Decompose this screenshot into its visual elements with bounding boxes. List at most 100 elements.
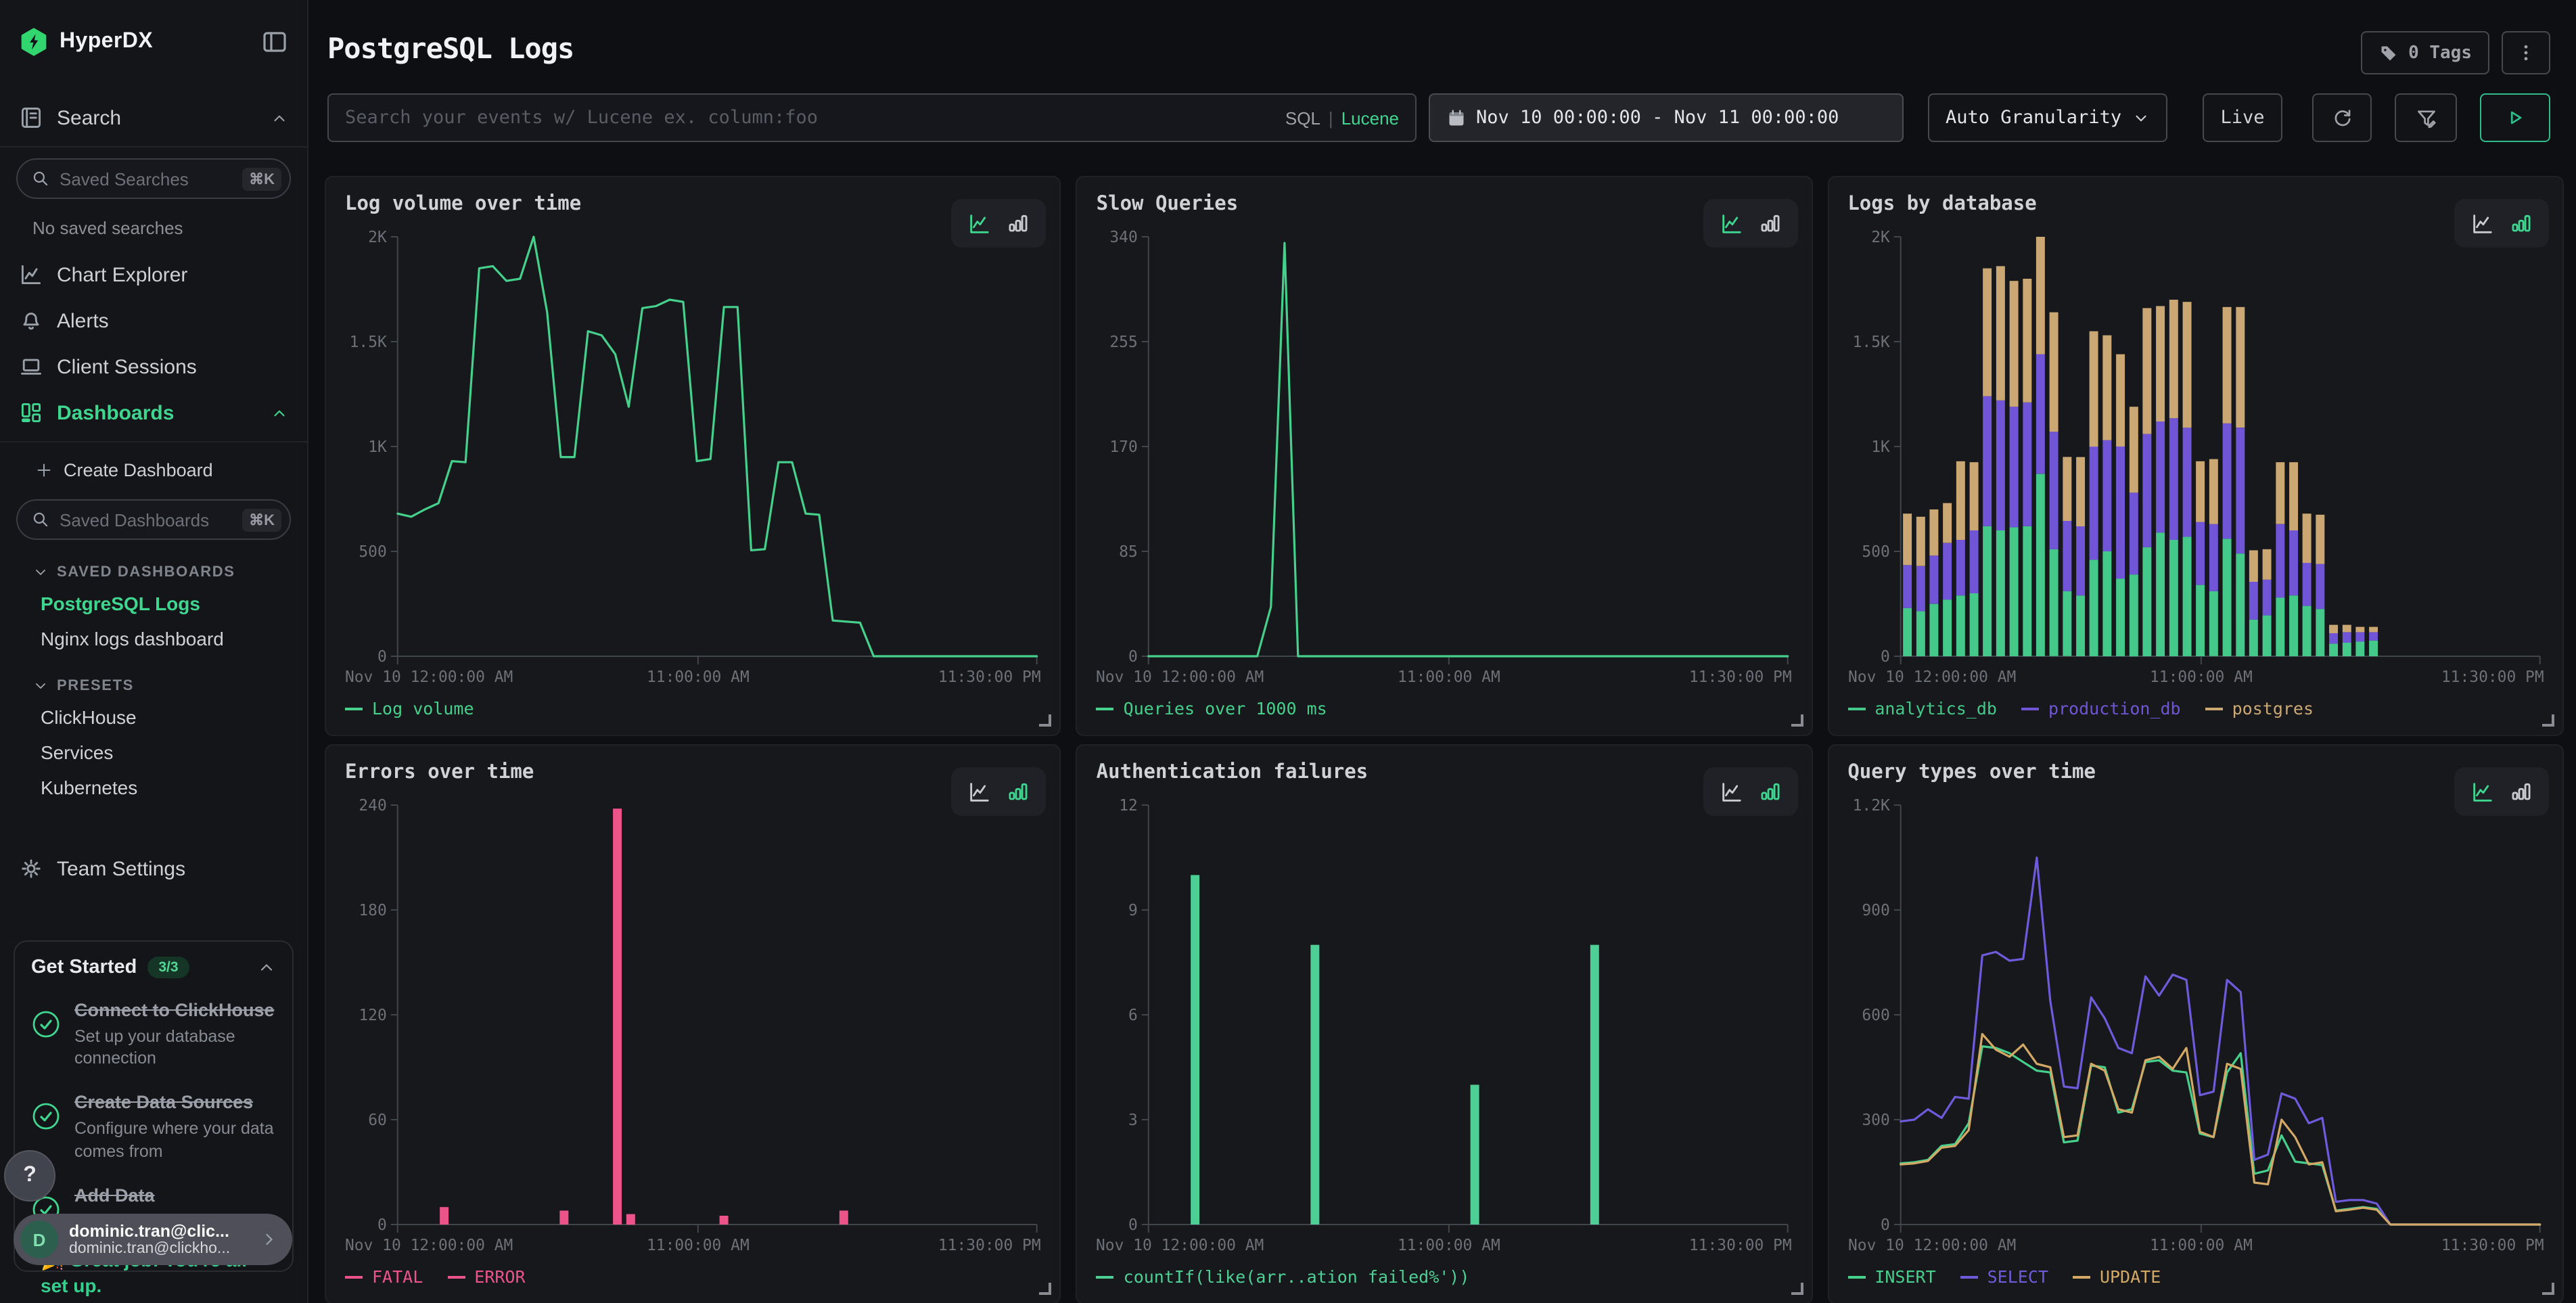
sidebar-collapse-icon[interactable] (261, 28, 288, 55)
svg-text:500: 500 (1862, 543, 1889, 561)
svg-text:Nov 10 12:00:00 AM: Nov 10 12:00:00 AM (345, 668, 513, 686)
resize-handle[interactable] (1791, 1283, 1803, 1295)
chevron-down-icon (2132, 109, 2150, 127)
svg-text:0: 0 (1129, 1216, 1138, 1234)
run-query-button[interactable] (2480, 93, 2550, 142)
tag-icon (2378, 43, 2399, 63)
granularity-select[interactable]: Auto Granularity (1928, 93, 2167, 142)
live-button[interactable]: Live (2203, 93, 2282, 142)
resize-handle[interactable] (1791, 714, 1803, 727)
lucene-mode-label[interactable]: Lucene (1341, 108, 1399, 128)
user-name: dominic.tran@clic... (69, 1222, 249, 1241)
svg-text:60: 60 (368, 1112, 387, 1129)
svg-text:3: 3 (1129, 1112, 1138, 1129)
svg-text:0: 0 (1129, 648, 1138, 666)
tags-button[interactable]: 0 Tags (2361, 31, 2489, 74)
chevron-up-icon (271, 404, 288, 421)
create-dashboard-button[interactable]: Create Dashboard (0, 448, 307, 488)
event-search-input[interactable] (345, 107, 1272, 129)
svg-text:Nov 10 12:00:00 AM: Nov 10 12:00:00 AM (1097, 1237, 1264, 1254)
panel-slow-queries: Slow Queries 085170255340Nov 10 12:00:00… (1076, 176, 1813, 736)
filter-button[interactable] (2395, 93, 2457, 142)
svg-text:600: 600 (1862, 1007, 1889, 1024)
svg-text:11:30:00 PM: 11:30:00 PM (938, 668, 1041, 686)
chart-legend: Queries over 1000 ms (1097, 698, 1327, 718)
resize-handle[interactable] (2542, 714, 2554, 727)
chevron-up-icon[interactable] (257, 958, 276, 977)
saved-searches-input[interactable] (60, 168, 233, 189)
svg-text:300: 300 (1862, 1112, 1889, 1129)
chart-title: Authentication failures (1097, 762, 1368, 783)
refresh-button[interactable] (2312, 93, 2372, 142)
panel-authentication-failures: Authentication failures 036912Nov 10 12:… (1076, 744, 1813, 1303)
sidebar-item-clickhouse[interactable]: ClickHouse (0, 700, 307, 735)
sidebar-item-chart-explorer[interactable]: Chart Explorer (0, 252, 307, 298)
sidebar-item-alerts[interactable]: Alerts (0, 298, 307, 344)
svg-text:1K: 1K (368, 438, 387, 456)
svg-text:2K: 2K (368, 229, 387, 246)
legend-item: UPDATE (2073, 1266, 2161, 1287)
date-range-button[interactable]: Nov 10 00:00:00 - Nov 11 00:00:00 (1429, 93, 1904, 142)
chart-title: Log volume over time (345, 193, 581, 215)
sidebar-item-team-settings[interactable]: Team Settings (0, 846, 307, 892)
step-title: Connect to ClickHouse (74, 999, 276, 1022)
svg-text:0: 0 (377, 648, 387, 666)
resize-handle[interactable] (1040, 1283, 1052, 1295)
granularity-label: Auto Granularity (1946, 107, 2121, 129)
svg-text:11:00:00 AM: 11:00:00 AM (647, 1237, 750, 1254)
controls-row: SQL|Lucene Nov 10 00:00:00 - Nov 11 00:0… (327, 93, 2550, 142)
svg-text:6: 6 (1129, 1007, 1138, 1024)
resize-handle[interactable] (2542, 1283, 2554, 1295)
sidebar-item-client-sessions[interactable]: Client Sessions (0, 344, 307, 390)
hyperdx-logo-icon (19, 27, 49, 57)
legend-item: production_db (2021, 698, 2181, 718)
user-menu[interactable]: D dominic.tran@clic... dominic.tran@clic… (14, 1214, 292, 1265)
sql-mode-label[interactable]: SQL (1285, 108, 1320, 128)
bell-icon (19, 308, 43, 333)
svg-text:11:00:00 AM: 11:00:00 AM (1398, 1237, 1501, 1254)
svg-text:85: 85 (1120, 543, 1138, 561)
play-icon (2504, 107, 2526, 129)
app-root: HyperDX Search ⌘K No saved searches (0, 0, 2576, 1303)
panel-query-types: Query types over time 03006009001.2KNov … (1827, 744, 2564, 1303)
sidebar-item-label: Dashboards (57, 401, 174, 424)
chart-title: Logs by database (1847, 193, 2036, 215)
main-content: PostgreSQL Logs 0 Tags SQL|Lucene (308, 0, 2576, 1303)
svg-text:11:30:00 PM: 11:30:00 PM (2441, 1237, 2544, 1254)
sidebar-item-search[interactable]: Search (0, 95, 307, 141)
sidebar-item-label: Client Sessions (57, 355, 197, 378)
event-search-box[interactable]: SQL|Lucene (327, 93, 1417, 142)
sidebar-item-postgresql-logs[interactable]: PostgreSQL Logs (0, 586, 307, 621)
more-options-button[interactable] (2502, 31, 2550, 74)
help-button[interactable]: ? (4, 1150, 55, 1202)
sidebar-item-dashboards[interactable]: Dashboards (0, 390, 307, 436)
resize-handle[interactable] (1040, 714, 1052, 727)
kebab-icon (2515, 42, 2537, 64)
query-mode-toggle[interactable]: SQL|Lucene (1285, 108, 1399, 128)
legend-item: ERROR (447, 1266, 525, 1287)
saved-searches-box[interactable]: ⌘K (16, 158, 291, 199)
saved-dashboards-input[interactable] (60, 509, 233, 530)
presets-section-header[interactable]: PRESETS (0, 664, 307, 700)
divider (0, 146, 307, 147)
step-desc: Set up your database connection (74, 1025, 276, 1071)
get-started-step[interactable]: Connect to ClickHouse Set up your databa… (31, 999, 276, 1071)
svg-text:11:30:00 PM: 11:30:00 PM (938, 1237, 1041, 1254)
legend-item: Queries over 1000 ms (1097, 698, 1327, 718)
step-title: Create Data Sources (74, 1091, 276, 1115)
sidebar-item-nginx-logs-dashboard[interactable]: Nginx logs dashboard (0, 621, 307, 656)
dashboards-icon (19, 401, 43, 425)
saved-dashboards-box[interactable]: ⌘K (16, 499, 291, 540)
svg-text:0: 0 (1880, 648, 1889, 666)
svg-text:11:30:00 PM: 11:30:00 PM (1690, 668, 1793, 686)
sidebar-item-services[interactable]: Services (0, 735, 307, 770)
laptop-icon (19, 355, 43, 379)
journal-icon (19, 106, 43, 130)
chart-title: Query types over time (1847, 762, 2096, 783)
get-started-step[interactable]: Create Data Sources Configure where your… (31, 1091, 276, 1164)
sidebar-item-kubernetes[interactable]: Kubernetes (0, 770, 307, 805)
legend-item: countIf(like(arr..ation failed%')) (1097, 1266, 1470, 1287)
svg-text:2K: 2K (1871, 229, 1890, 246)
saved-dashboards-section-header[interactable]: SAVED DASHBOARDS (0, 551, 307, 586)
legend-item: postgres (2205, 698, 2314, 718)
